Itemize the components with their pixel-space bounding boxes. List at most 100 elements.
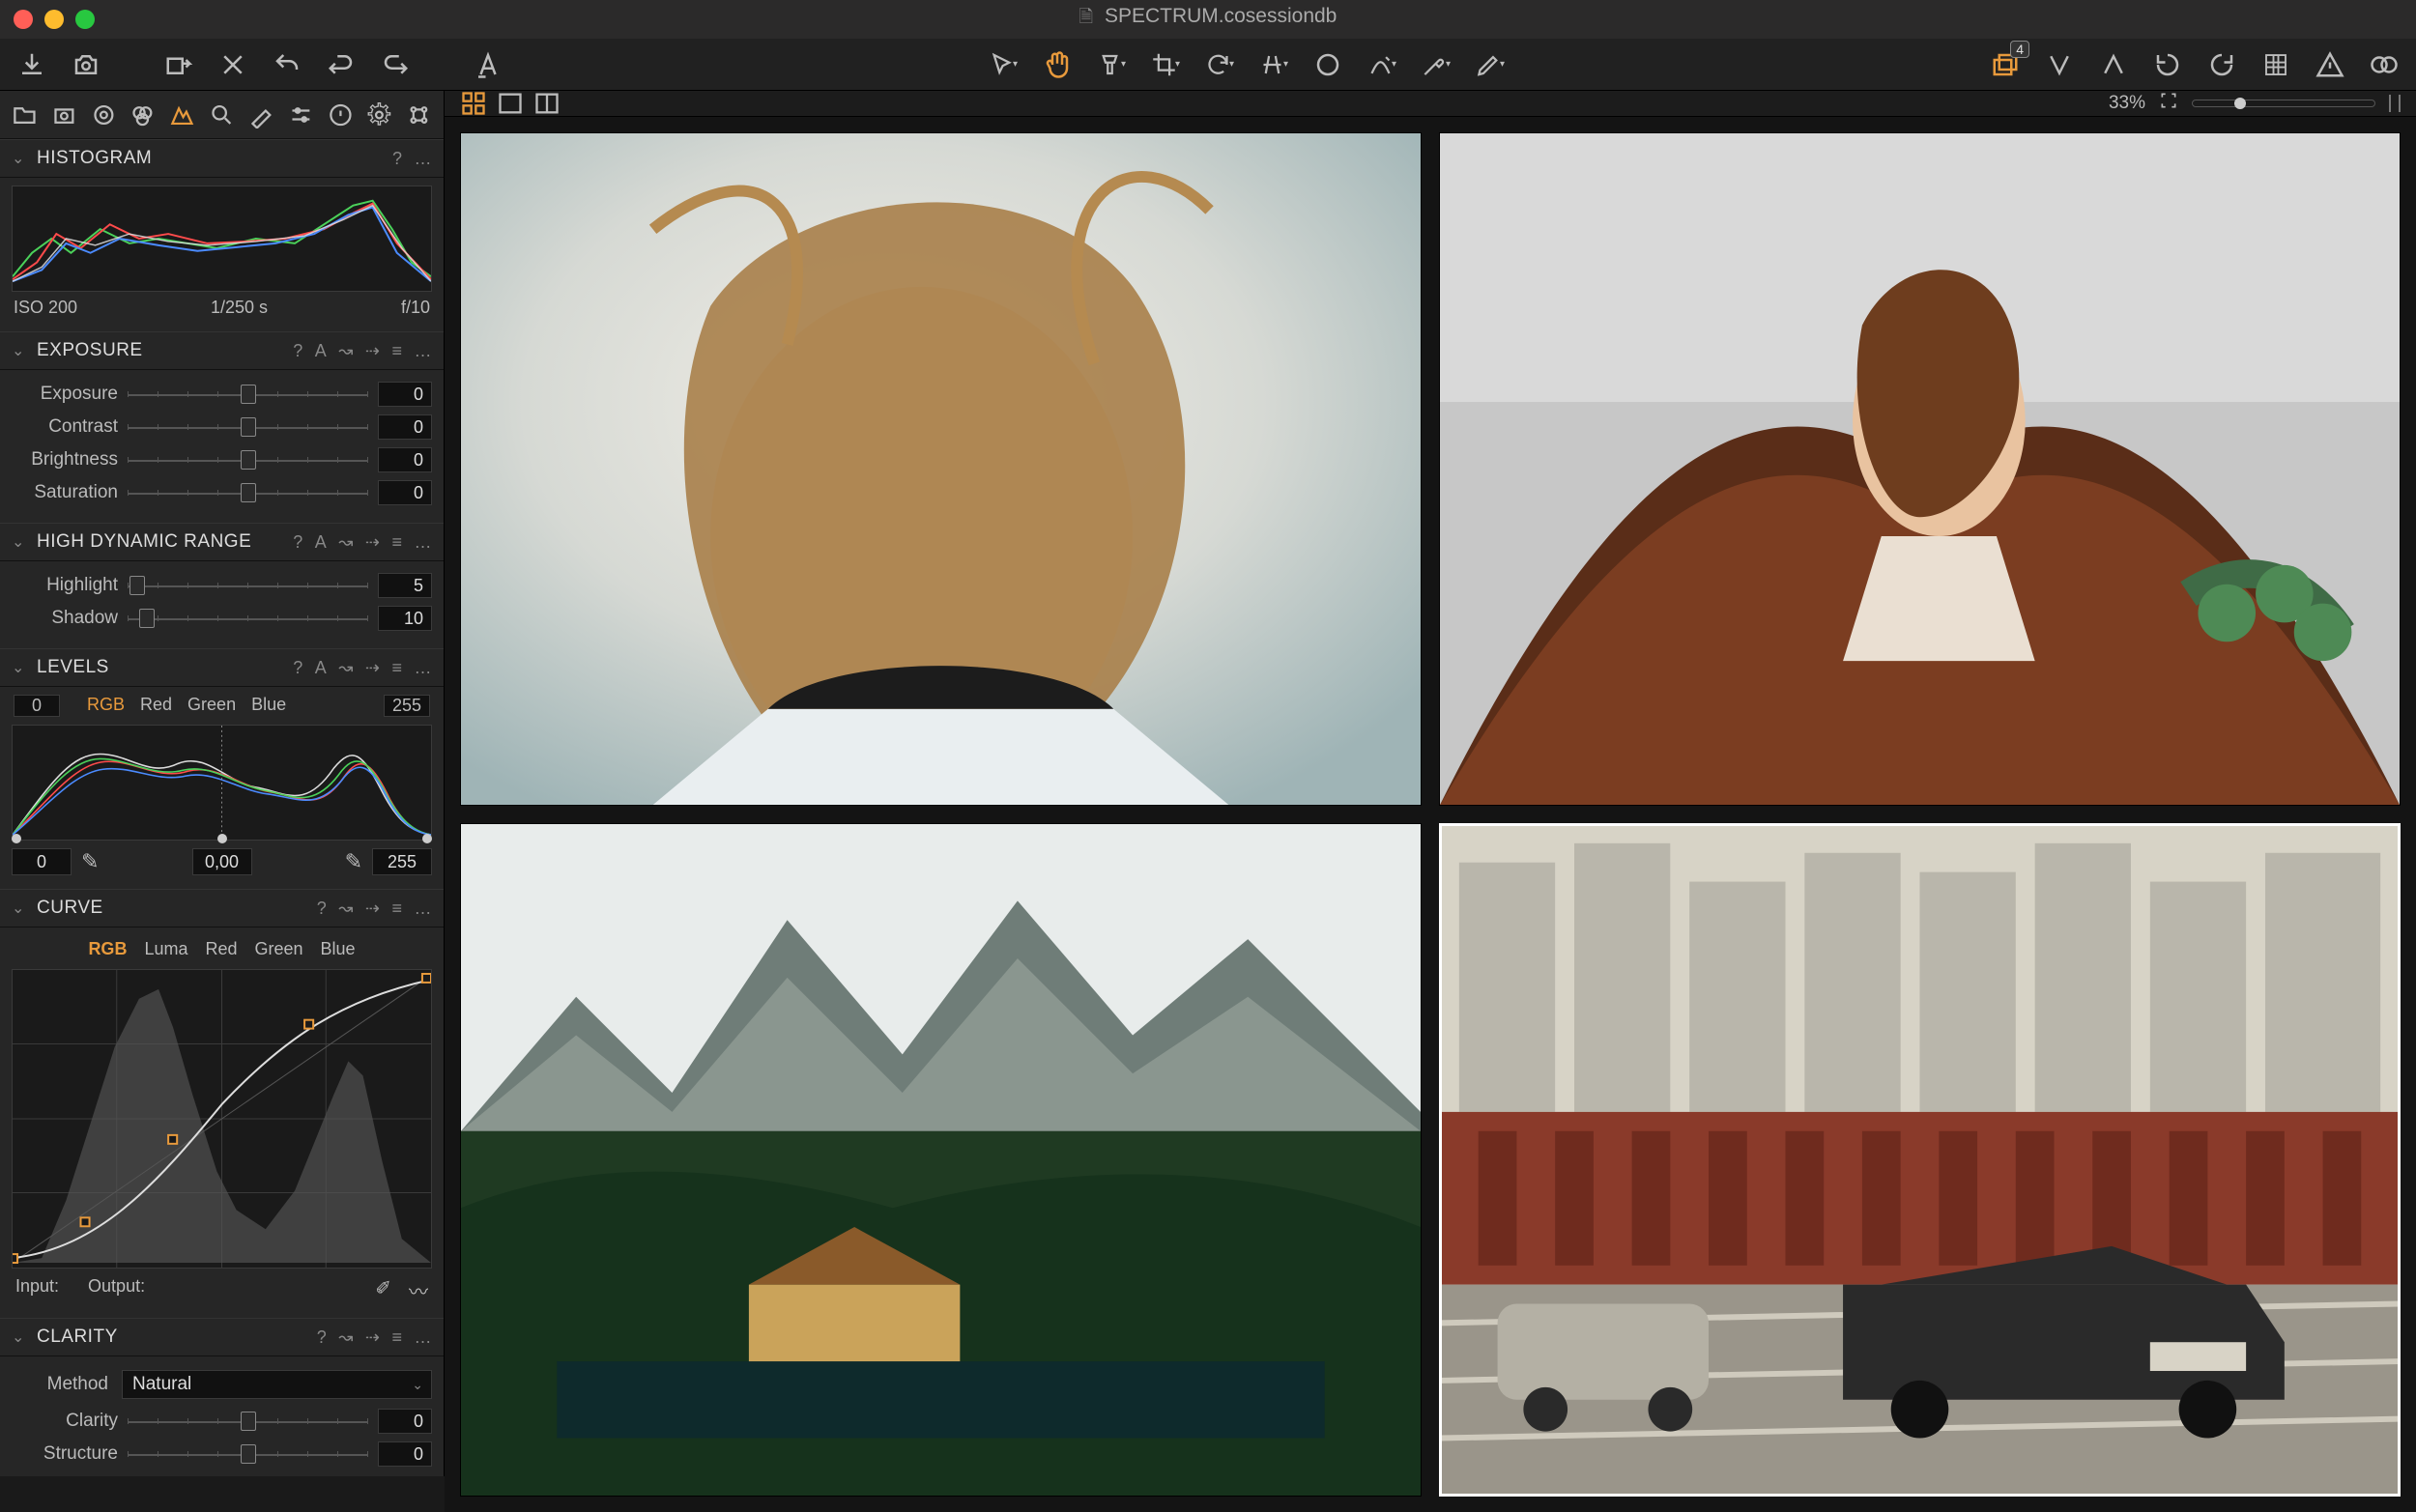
link-icon[interactable]: ↝: [338, 658, 354, 678]
copy-icon[interactable]: ⇢: [365, 532, 381, 553]
redo-icon[interactable]: [381, 50, 410, 79]
panel-levels-header[interactable]: ⌄ LEVELS ? A ↝ ⇢ ≡ …: [0, 648, 444, 687]
panel-hdr-header[interactable]: ⌄ HIGH DYNAMIC RANGE ? A ↝ ⇢ ≡ …: [0, 523, 444, 561]
focus-mask-icon[interactable]: [2370, 50, 2399, 79]
capture-tab-icon[interactable]: [51, 101, 77, 128]
thumbnail-1[interactable]: [460, 132, 1422, 806]
panel-curve-header[interactable]: ⌄ CURVE ? ↝ ⇢ ≡ …: [0, 889, 444, 927]
help-icon[interactable]: ?: [293, 341, 303, 361]
slider-value[interactable]: 0: [378, 382, 432, 407]
color-tab-icon[interactable]: [129, 101, 156, 128]
metadata-tab-icon[interactable]: [328, 101, 354, 128]
copy-icon[interactable]: ⇢: [365, 1327, 381, 1348]
levels-chart[interactable]: [12, 725, 432, 841]
slider-thumb[interactable]: [241, 385, 256, 404]
curve-mode-red[interactable]: Red: [205, 939, 237, 959]
curve-picker-icon[interactable]: ✐: [375, 1276, 391, 1304]
slider-thumb[interactable]: [241, 417, 256, 437]
preset-icon[interactable]: ≡: [391, 658, 402, 678]
method-select[interactable]: Natural ⌄: [122, 1370, 432, 1399]
auto-icon[interactable]: A: [315, 532, 328, 553]
draw-tool-icon[interactable]: ▾: [1476, 50, 1505, 79]
pan-tool-icon[interactable]: [1043, 50, 1072, 79]
rotate-left-icon[interactable]: [2153, 50, 2182, 79]
rotate-tool-icon[interactable]: ▾: [1205, 50, 1234, 79]
copy-icon[interactable]: ⇢: [365, 658, 381, 678]
levels-mode-green[interactable]: Green: [180, 695, 244, 714]
grid-view-icon[interactable]: [460, 92, 487, 115]
slider-value[interactable]: 0: [378, 447, 432, 472]
auto-icon[interactable]: A: [315, 341, 328, 361]
help-icon[interactable]: ?: [392, 149, 403, 169]
panel-histogram-header[interactable]: ⌄ HISTOGRAM ?…: [0, 139, 444, 178]
copy-icon[interactable]: ⇢: [365, 341, 381, 361]
undo2-icon[interactable]: [327, 50, 356, 79]
curve-spline-icon[interactable]: 〰: [409, 1276, 428, 1304]
curve-mode-blue[interactable]: Blue: [321, 939, 356, 959]
black-picker-icon[interactable]: ✎: [81, 849, 99, 874]
library-tab-icon[interactable]: [12, 101, 38, 128]
zoom-step-icon[interactable]: [2389, 95, 2401, 112]
slider-track[interactable]: [128, 1442, 368, 1466]
more-icon[interactable]: …: [415, 658, 433, 678]
help-icon[interactable]: ?: [293, 532, 303, 553]
panel-exposure-header[interactable]: ⌄ EXPOSURE ? A ↝ ⇢ ≡ …: [0, 331, 444, 370]
slider-thumb[interactable]: [139, 609, 155, 628]
slider-track[interactable]: [128, 448, 368, 471]
auto-icon[interactable]: A: [315, 658, 328, 678]
levels-range-high[interactable]: 255: [384, 695, 430, 717]
batch-queue-icon[interactable]: 4: [1991, 50, 2020, 79]
split-view-icon[interactable]: [533, 92, 561, 115]
help-icon[interactable]: ?: [293, 658, 303, 678]
slider-value[interactable]: 5: [378, 573, 432, 598]
more-icon[interactable]: …: [415, 532, 433, 553]
pointer-tool-icon[interactable]: ▾: [989, 50, 1018, 79]
slider-track[interactable]: [128, 481, 368, 504]
slider-track[interactable]: [128, 607, 368, 630]
levels-low-value[interactable]: 0: [12, 848, 72, 875]
panel-clarity-header[interactable]: ⌄ CLARITY ? ↝ ⇢ ≡ …: [0, 1318, 444, 1356]
move-up-icon[interactable]: [2099, 50, 2128, 79]
export-icon[interactable]: [164, 50, 193, 79]
slider-track[interactable]: [128, 383, 368, 406]
slider-thumb[interactable]: [241, 1412, 256, 1431]
slider-track[interactable]: [128, 1410, 368, 1433]
undo-icon[interactable]: [273, 50, 302, 79]
preset-icon[interactable]: ≡: [391, 532, 402, 553]
curve-mode-rgb[interactable]: RGB: [88, 939, 127, 959]
help-icon[interactable]: ?: [317, 1327, 328, 1348]
slider-thumb[interactable]: [129, 576, 145, 595]
slider-value[interactable]: 10: [378, 606, 432, 631]
text-tool-icon[interactable]: [474, 50, 503, 79]
levels-mid-value[interactable]: 0,00: [192, 848, 252, 875]
single-view-icon[interactable]: [497, 92, 524, 115]
slider-track[interactable]: [128, 415, 368, 439]
move-down-icon[interactable]: [2045, 50, 2074, 79]
crop-tool-icon[interactable]: ▾: [1151, 50, 1180, 79]
exposure-tab-icon[interactable]: [169, 101, 195, 128]
details-tab-icon[interactable]: [209, 101, 235, 128]
curve-chart[interactable]: [12, 969, 432, 1269]
grid-overlay-icon[interactable]: [2261, 50, 2290, 79]
slider-value[interactable]: 0: [378, 1409, 432, 1434]
zoom-slider[interactable]: [2192, 100, 2375, 107]
levels-low-handle[interactable]: [12, 834, 21, 843]
levels-high-handle[interactable]: [422, 834, 432, 843]
more-icon[interactable]: …: [415, 1327, 433, 1348]
copy-icon[interactable]: ⇢: [365, 899, 381, 919]
capture-icon[interactable]: [72, 50, 101, 79]
levels-mode-rgb[interactable]: RGB: [79, 695, 132, 714]
levels-mid-handle[interactable]: [217, 834, 227, 843]
minimize-window-button[interactable]: [44, 10, 64, 29]
loupe-tool-icon[interactable]: ▾: [1097, 50, 1126, 79]
adjust-tab-icon[interactable]: [288, 101, 314, 128]
thumbnail-3[interactable]: [460, 823, 1422, 1497]
thumbnail-2[interactable]: [1439, 132, 2401, 806]
warning-icon[interactable]: [2315, 50, 2344, 79]
lens-tab-icon[interactable]: [91, 101, 117, 128]
levels-mode-red[interactable]: Red: [132, 695, 180, 714]
slider-value[interactable]: 0: [378, 480, 432, 505]
batch-tab-icon[interactable]: [406, 101, 432, 128]
import-icon[interactable]: [17, 50, 46, 79]
zoom-window-button[interactable]: [75, 10, 95, 29]
